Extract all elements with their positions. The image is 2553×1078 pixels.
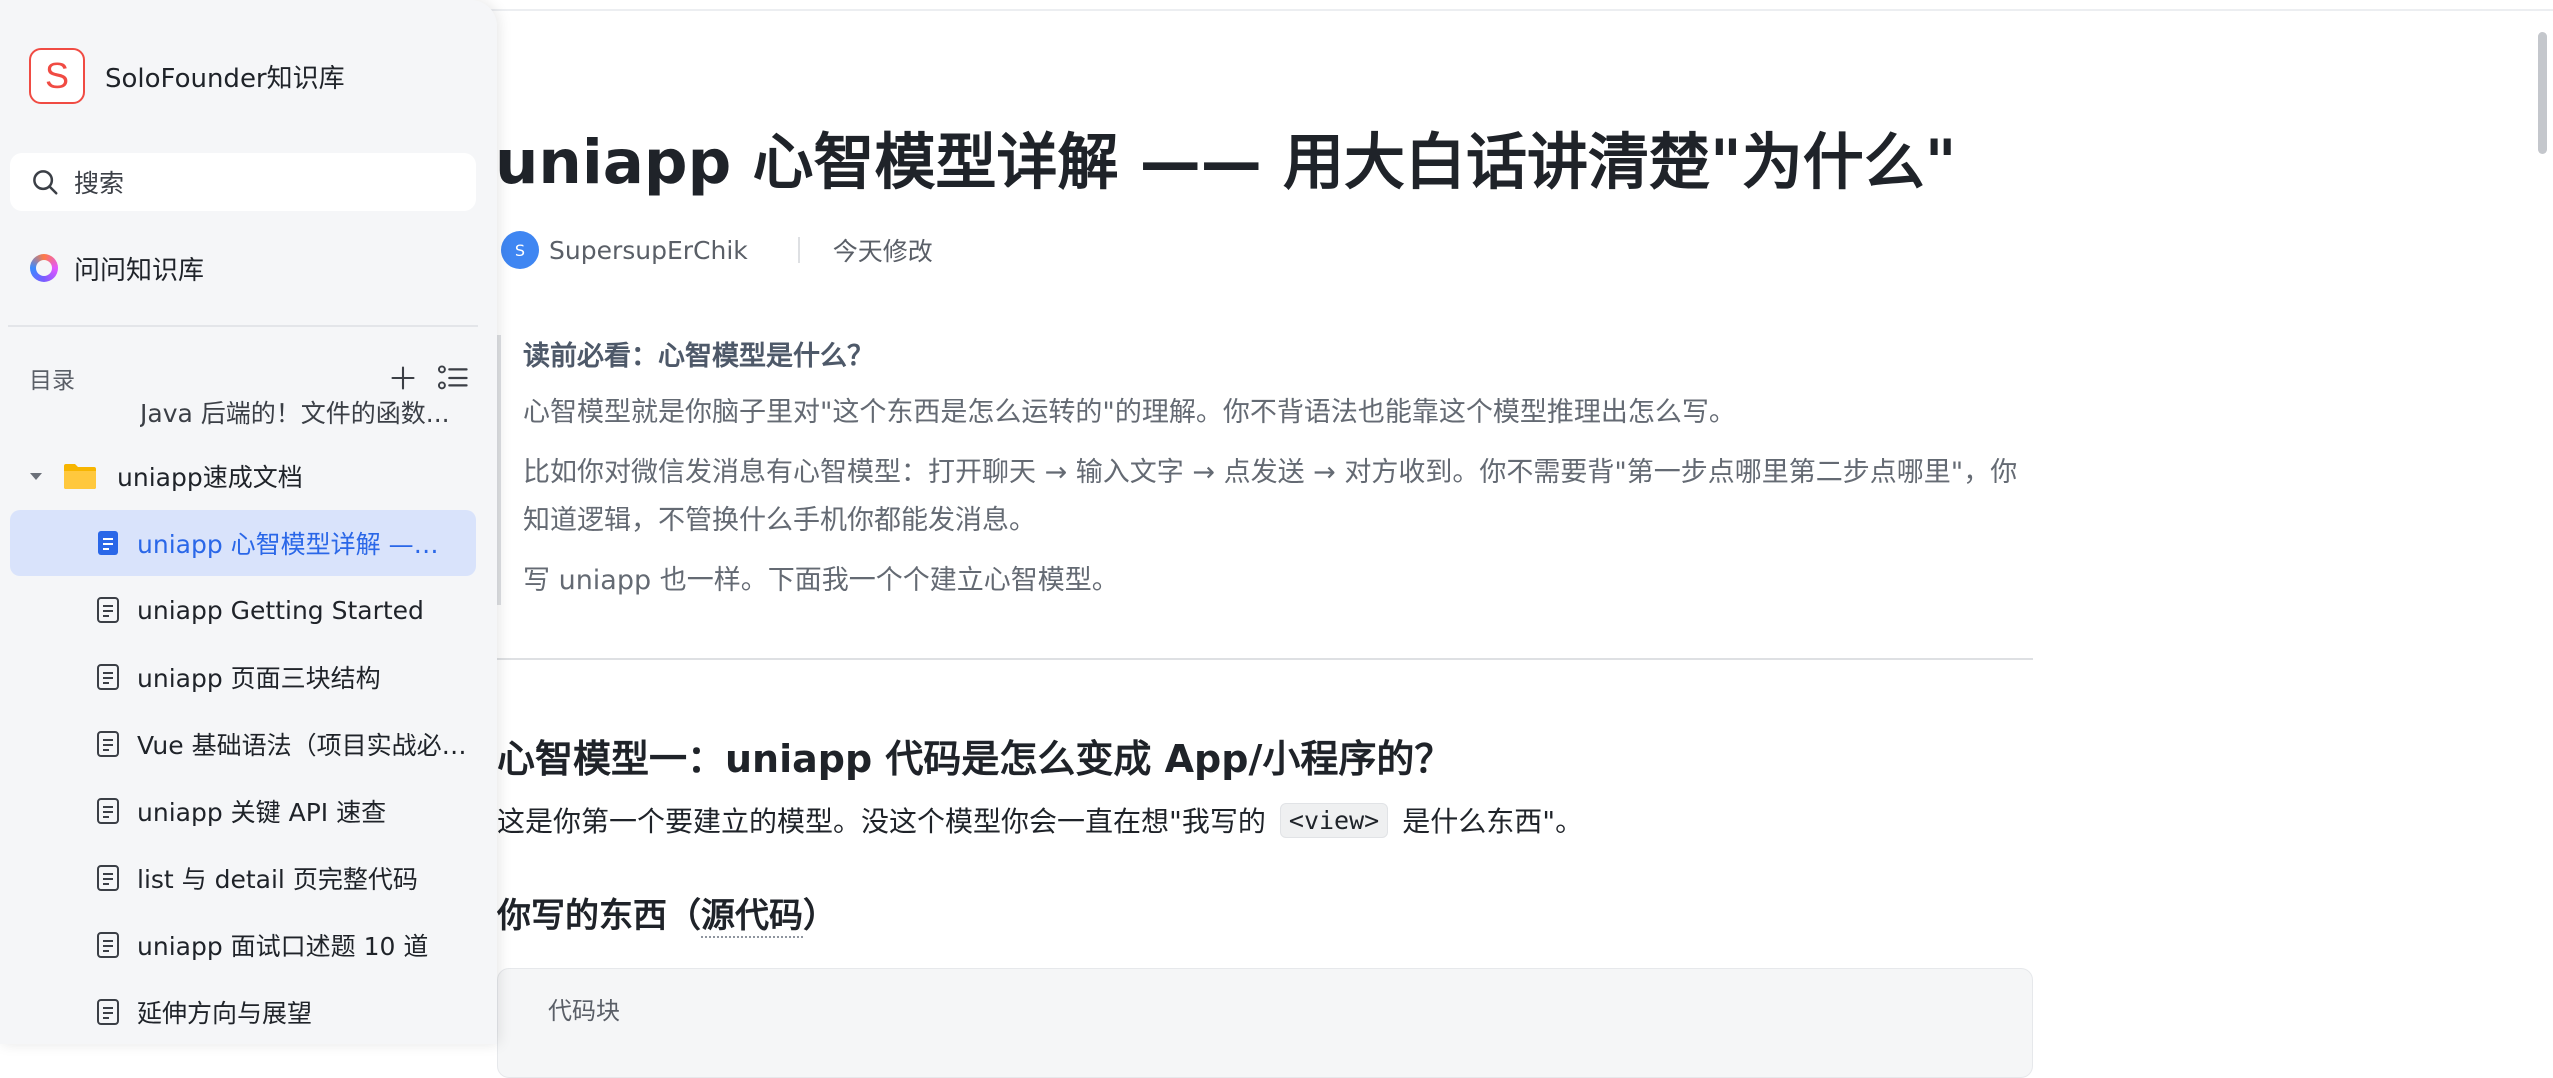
ask-knowledge-base-button[interactable]: 问问知识库 bbox=[30, 248, 204, 288]
tree-item-label: uniapp 面试口述题 10 道 bbox=[137, 932, 429, 961]
section-heading: 心智模型一：uniapp 代码是怎么变成 App/小程序的？ bbox=[497, 737, 1453, 781]
document-content: uniapp 心智模型详解 —— 用大白话讲清楚"为什么" S Supersup… bbox=[495, 0, 2553, 1078]
code-block[interactable]: 代码块 bbox=[497, 968, 2033, 1078]
sidebar: S SoloFounder知识库 搜索 问问知识库 目录 Java 后端的！文件… bbox=[0, 0, 497, 1044]
avatar[interactable]: S bbox=[501, 231, 539, 269]
search-icon bbox=[33, 170, 58, 195]
tree-item[interactable]: Java 后端的！文件的函数... bbox=[0, 400, 497, 445]
meta-divider bbox=[797, 237, 800, 263]
callout-paragraph: 写 uniapp 也一样。下面我一个个建立心智模型。 bbox=[523, 565, 1119, 596]
ai-ring-icon bbox=[30, 254, 58, 282]
tree-item[interactable]: Vue 基础语法（项目实战必会） bbox=[0, 711, 497, 777]
code-block-label: 代码块 bbox=[548, 997, 620, 1025]
toc-header: 目录 bbox=[29, 358, 469, 398]
toc-tree: Java 后端的！文件的函数... uniapp速成文档 uniapp 心智模型… bbox=[0, 400, 497, 1044]
heading-text: 你写的东西（ bbox=[497, 896, 701, 936]
callout-title: 读前必看：心智模型是什么？ bbox=[523, 341, 874, 372]
horizontal-rule bbox=[497, 658, 2033, 660]
page-title: uniapp 心智模型详解 —— 用大白话讲清楚"为什么" bbox=[495, 127, 1957, 198]
callout-paragraph: 心智模型就是你脑子里对"这个东西是怎么运转的"的理解。你不背语法也能靠这个模型推… bbox=[523, 397, 1736, 428]
search-input[interactable]: 搜索 bbox=[10, 153, 476, 211]
callout-quote: 读前必看：心智模型是什么？ 心智模型就是你脑子里对"这个东西是怎么运转的"的理解… bbox=[497, 335, 2027, 605]
paragraph: 这是你第一个要建立的模型。没这个模型你会一直在想"我写的 <view> 是什么东… bbox=[497, 800, 1583, 840]
heading-text: ） bbox=[803, 896, 837, 936]
document-icon bbox=[97, 932, 119, 958]
tree-item-label: list 与 detail 页完整代码 bbox=[137, 865, 418, 894]
callout-paragraph: 比如你对微信发消息有心智模型：打开聊天 → 输入文字 → 点发送 → 对方收到。… bbox=[523, 457, 2018, 536]
document-icon bbox=[98, 531, 118, 555]
tree-item[interactable]: uniapp 面试口述题 10 道 bbox=[0, 912, 497, 978]
tree-item-label: Vue 基础语法（项目实战必会） bbox=[137, 731, 467, 760]
author-name[interactable]: SupersupErChik bbox=[549, 236, 748, 265]
doc-meta: S SupersupErChik 今天修改 bbox=[501, 230, 933, 270]
document-icon bbox=[97, 999, 119, 1025]
tree-item-label: uniapp Getting Started bbox=[137, 595, 424, 625]
subsection-heading: 你写的东西（源代码） bbox=[497, 888, 837, 938]
brand-name: SoloFounder知识库 bbox=[105, 63, 345, 94]
tree-item[interactable]: list 与 detail 页完整代码 bbox=[0, 845, 497, 911]
tree-item[interactable]: uniapp 页面三块结构 bbox=[0, 644, 497, 710]
outline-list-icon[interactable] bbox=[437, 363, 469, 393]
tree-item-label: uniapp 心智模型详解 —— 用大白话讲清楚"为什么" bbox=[137, 530, 457, 559]
tree-item[interactable]: uniapp 关键 API 速查 bbox=[0, 778, 497, 844]
tree-item-label: uniapp 页面三块结构 bbox=[137, 664, 381, 693]
heading-term[interactable]: 源代码 bbox=[701, 896, 803, 938]
brand[interactable]: S SoloFounder知识库 bbox=[29, 46, 345, 106]
folder-icon bbox=[64, 464, 96, 489]
caret-down-icon[interactable] bbox=[28, 468, 44, 484]
search-placeholder: 搜索 bbox=[74, 169, 125, 198]
toc-title: 目录 bbox=[29, 368, 75, 394]
tree-item-active[interactable]: uniapp 心智模型详解 —— 用大白话讲清楚"为什么" bbox=[10, 510, 476, 576]
tree-item-label: uniapp 关键 API 速查 bbox=[137, 798, 387, 827]
brand-logo: S bbox=[29, 48, 85, 104]
scrollbar-thumb[interactable] bbox=[2538, 32, 2547, 154]
add-icon[interactable] bbox=[389, 364, 417, 392]
document-icon bbox=[97, 664, 119, 690]
paragraph-text: 是什么东西"。 bbox=[1402, 805, 1584, 838]
document-icon bbox=[97, 865, 119, 891]
tree-item[interactable]: 延伸方向与展望 bbox=[0, 979, 497, 1044]
tree-folder-label: uniapp速成文档 bbox=[117, 463, 303, 492]
document-icon bbox=[97, 597, 119, 623]
sidebar-divider bbox=[8, 325, 478, 327]
paragraph-text: 这是你第一个要建立的模型。没这个模型你会一直在想"我写的 bbox=[497, 805, 1266, 838]
ask-knowledge-base-label: 问问知识库 bbox=[74, 255, 205, 286]
tree-folder-uniapp[interactable]: uniapp速成文档 bbox=[0, 443, 497, 509]
scrollbar[interactable] bbox=[2533, 0, 2553, 1044]
inline-code: <view> bbox=[1279, 802, 1389, 838]
tree-item-label: 延伸方向与展望 bbox=[137, 999, 313, 1028]
document-icon bbox=[97, 731, 119, 757]
tree-item[interactable]: uniapp Getting Started bbox=[0, 577, 497, 643]
tree-item-label: Java 后端的！文件的函数... bbox=[140, 400, 450, 428]
modified-time: 今天修改 bbox=[832, 237, 933, 266]
document-icon bbox=[97, 798, 119, 824]
